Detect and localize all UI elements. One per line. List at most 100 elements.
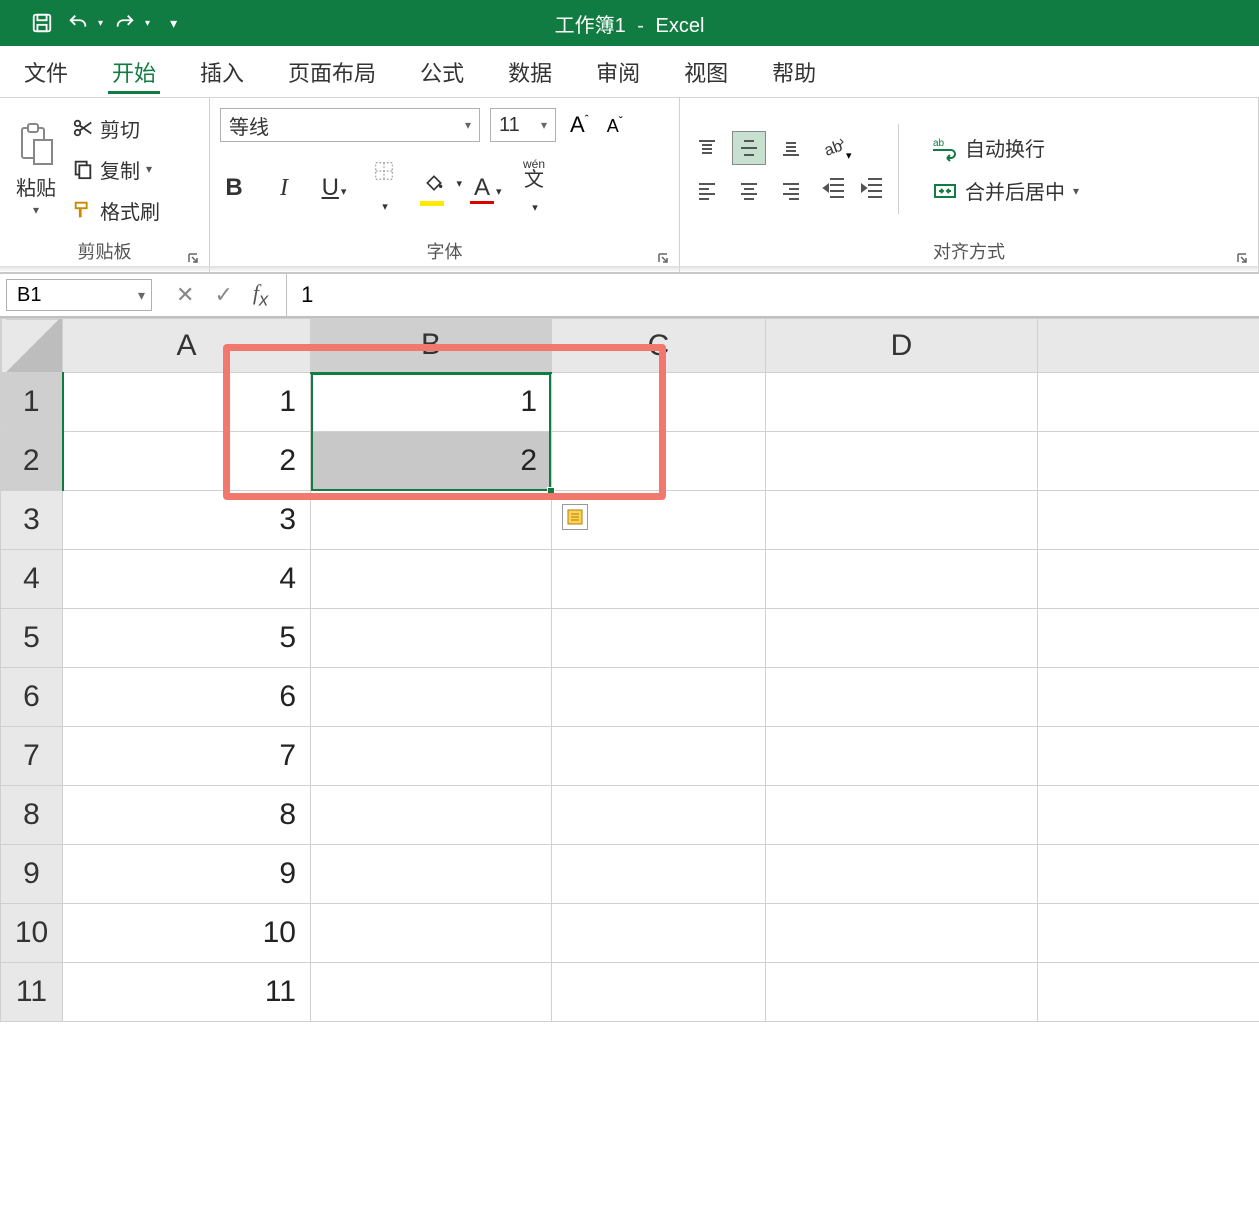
font-name-combo[interactable]: 等线 ▾ — [220, 108, 480, 142]
tab-insert[interactable]: 插入 — [196, 50, 248, 94]
cell-c6[interactable] — [552, 668, 766, 727]
cell-c2[interactable] — [552, 432, 766, 491]
cell-a5[interactable]: 5 — [63, 609, 311, 668]
cell-b5[interactable] — [311, 609, 552, 668]
select-all-button[interactable] — [1, 319, 63, 373]
align-top-button[interactable] — [690, 131, 724, 165]
cell-c11[interactable] — [552, 963, 766, 1022]
cell-a10[interactable]: 10 — [63, 904, 311, 963]
format-painter-button[interactable]: 格式刷 — [68, 194, 164, 227]
cell-e4[interactable] — [1038, 550, 1259, 609]
row-header-1[interactable]: 1 — [1, 373, 63, 432]
column-header-a[interactable]: A — [63, 319, 311, 373]
borders-button[interactable]: ▾ — [370, 160, 398, 217]
align-right-button[interactable] — [774, 173, 808, 207]
tab-review[interactable]: 审阅 — [592, 50, 644, 94]
cell-d10[interactable] — [766, 904, 1038, 963]
cell-c10[interactable] — [552, 904, 766, 963]
insert-function-button[interactable]: fx — [253, 280, 268, 310]
cell-e6[interactable] — [1038, 668, 1259, 727]
align-bottom-button[interactable] — [774, 131, 808, 165]
cell-c7[interactable] — [552, 727, 766, 786]
font-size-combo[interactable]: 11 ▾ — [490, 108, 556, 142]
cell-e5[interactable] — [1038, 609, 1259, 668]
qat-customize-icon[interactable]: ▾ — [170, 15, 177, 32]
row-header-8[interactable]: 8 — [1, 786, 63, 845]
cell-e11[interactable] — [1038, 963, 1259, 1022]
cell-a6[interactable]: 6 — [63, 668, 311, 727]
cell-d9[interactable] — [766, 845, 1038, 904]
cell-c5[interactable] — [552, 609, 766, 668]
column-header-b[interactable]: B — [311, 319, 552, 373]
column-header-d[interactable]: D — [766, 319, 1038, 373]
tab-view[interactable]: 视图 — [680, 50, 732, 94]
cell-e3[interactable] — [1038, 491, 1259, 550]
autofill-options-button[interactable] — [562, 504, 588, 530]
row-header-6[interactable]: 6 — [1, 668, 63, 727]
undo-button[interactable] — [64, 9, 92, 37]
row-header-11[interactable]: 11 — [1, 963, 63, 1022]
column-header-c[interactable]: C — [552, 319, 766, 373]
decrease-indent-button[interactable] — [822, 175, 846, 204]
cell-e8[interactable] — [1038, 786, 1259, 845]
cell-b3[interactable] — [311, 491, 552, 550]
cell-b1[interactable]: 1 — [311, 373, 552, 432]
name-box[interactable]: B1 ▾ — [6, 279, 152, 311]
wrap-text-button[interactable]: ab 自动换行 — [933, 133, 1079, 162]
cell-e7[interactable] — [1038, 727, 1259, 786]
fill-color-button[interactable]: ▾ — [420, 171, 448, 206]
cell-d8[interactable] — [766, 786, 1038, 845]
increase-indent-button[interactable] — [860, 175, 884, 204]
cell-b4[interactable] — [311, 550, 552, 609]
cell-a3[interactable]: 3 — [63, 491, 311, 550]
fill-handle[interactable] — [547, 487, 555, 495]
tab-file[interactable]: 文件 — [20, 50, 72, 94]
bold-button[interactable]: B — [220, 174, 248, 202]
cut-button[interactable]: 剪切 — [68, 112, 164, 145]
tab-home[interactable]: 开始 — [108, 50, 160, 94]
cell-a7[interactable]: 7 — [63, 727, 311, 786]
tab-page-layout[interactable]: 页面布局 — [284, 50, 380, 94]
row-header-4[interactable]: 4 — [1, 550, 63, 609]
align-center-button[interactable] — [732, 173, 766, 207]
cell-d7[interactable] — [766, 727, 1038, 786]
cell-d11[interactable] — [766, 963, 1038, 1022]
cell-a1[interactable]: 1 — [63, 373, 311, 432]
row-header-3[interactable]: 3 — [1, 491, 63, 550]
column-header-e[interactable] — [1038, 319, 1259, 373]
save-button[interactable] — [28, 9, 56, 37]
cell-e2[interactable] — [1038, 432, 1259, 491]
cell-a2[interactable]: 2 — [63, 432, 311, 491]
confirm-formula-button[interactable]: ✓ — [214, 282, 232, 308]
cell-d2[interactable] — [766, 432, 1038, 491]
cell-e1[interactable] — [1038, 373, 1259, 432]
cell-d5[interactable] — [766, 609, 1038, 668]
align-middle-button[interactable] — [732, 131, 766, 165]
orientation-button[interactable]: ab▾ — [822, 135, 852, 165]
cell-e9[interactable] — [1038, 845, 1259, 904]
cell-c9[interactable] — [552, 845, 766, 904]
increase-font-button[interactable]: Aˆ — [566, 112, 593, 138]
cell-d1[interactable] — [766, 373, 1038, 432]
cell-c1[interactable] — [552, 373, 766, 432]
undo-dropdown-icon[interactable]: ▾ — [98, 18, 103, 29]
redo-button[interactable] — [111, 9, 139, 37]
tab-data[interactable]: 数据 — [504, 50, 556, 94]
copy-button[interactable]: 复制 ▾ — [68, 153, 164, 186]
cell-d6[interactable] — [766, 668, 1038, 727]
row-header-10[interactable]: 10 — [1, 904, 63, 963]
alignment-launcher[interactable] — [1234, 250, 1250, 266]
tab-help[interactable]: 帮助 — [768, 50, 820, 94]
cell-b6[interactable] — [311, 668, 552, 727]
merge-center-button[interactable]: 合并后居中 ▾ — [933, 176, 1079, 205]
cell-d4[interactable] — [766, 550, 1038, 609]
cell-b10[interactable] — [311, 904, 552, 963]
formula-input[interactable]: 1 — [286, 274, 1259, 316]
cell-d3[interactable] — [766, 491, 1038, 550]
font-color-button[interactable]: A▾ — [470, 174, 498, 202]
cell-a8[interactable]: 8 — [63, 786, 311, 845]
redo-dropdown-icon[interactable]: ▾ — [145, 18, 150, 29]
cell-b7[interactable] — [311, 727, 552, 786]
clipboard-launcher[interactable] — [185, 250, 201, 266]
phonetic-guide-button[interactable]: wén 文 ▾ — [520, 158, 548, 218]
